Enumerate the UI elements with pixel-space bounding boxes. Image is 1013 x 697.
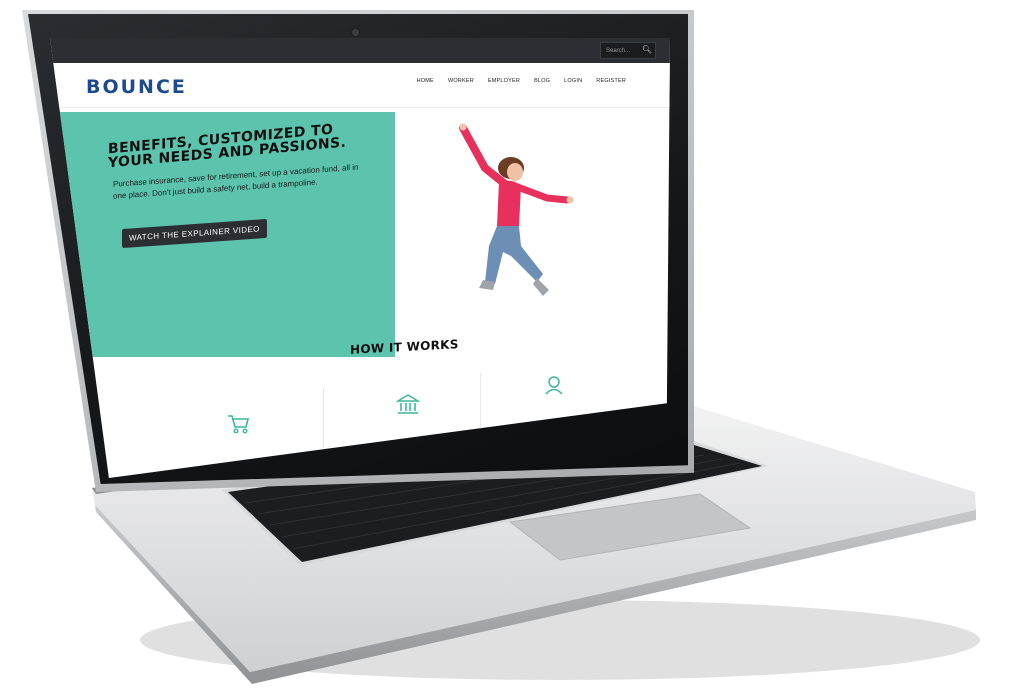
nav-register[interactable]: REGISTER (596, 78, 626, 84)
logo-text: BOUNCE (86, 76, 187, 98)
person-icon (545, 376, 563, 395)
nav-home[interactable]: HOME (417, 78, 434, 84)
bank-icon (396, 394, 420, 414)
nav-worker[interactable]: WORKER (448, 78, 474, 84)
navbar: BOUNCE HOME WORKER EMPLOYER BLOG LOGIN R… (50, 63, 670, 108)
nav-employer[interactable]: EMPLOYER (488, 78, 520, 84)
laptop-mockup: Search... 🔍︎ BOUNCE HOME WORKER EMPLOYER… (0, 0, 1013, 697)
search-placeholder: Search... (606, 47, 631, 54)
website-screen: Search... 🔍︎ BOUNCE HOME WORKER EMPLOYER… (50, 38, 670, 478)
nav-menu: HOME WORKER EMPLOYER BLOG LOGIN REGISTER (417, 78, 626, 84)
search-input[interactable]: Search... 🔍︎ (600, 42, 656, 59)
camera-icon (352, 29, 359, 36)
top-bar: Search... 🔍︎ (50, 38, 670, 63)
nav-blog[interactable]: BLOG (534, 78, 550, 84)
nav-login[interactable]: LOGIN (564, 78, 582, 84)
logo[interactable]: BOUNCE (86, 76, 187, 98)
hero-photo-jumping-woman (459, 123, 574, 296)
cart-icon (228, 415, 250, 434)
search-icon[interactable]: 🔍︎ (642, 45, 652, 54)
